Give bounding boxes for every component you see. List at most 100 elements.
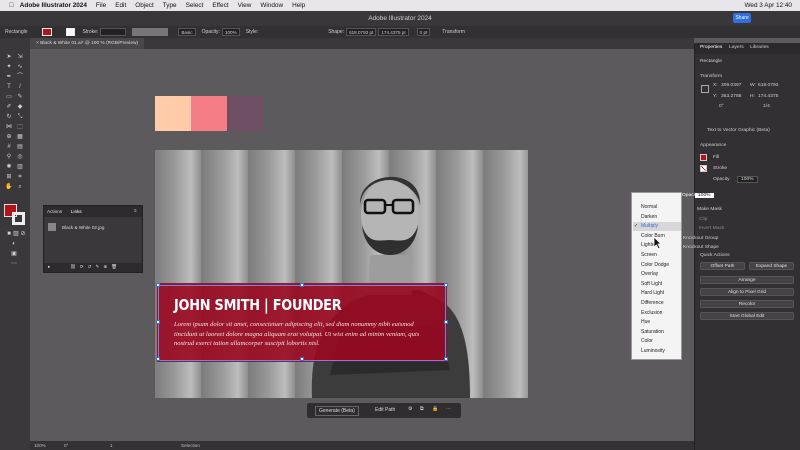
resize-handle-top[interactable] xyxy=(300,283,304,287)
tab-libraries[interactable]: Libraries xyxy=(750,45,769,50)
menu-window[interactable]: Window xyxy=(260,2,283,9)
knockout-shape-checkbox[interactable]: Knockout Shape xyxy=(683,245,719,250)
opacity-value[interactable]: 100% xyxy=(737,176,758,183)
free-transform-icon[interactable]: ⬚ xyxy=(16,124,24,131)
blend-tool-icon[interactable]: ◎ xyxy=(16,154,24,161)
lasso-icon[interactable]: ∿ xyxy=(16,64,24,71)
menu-file[interactable]: File xyxy=(96,2,106,9)
resize-handle-bottom-left[interactable] xyxy=(156,357,160,361)
tab-layers[interactable]: Layers xyxy=(729,45,744,50)
menu-edit[interactable]: Edit xyxy=(115,2,126,9)
zoom-tool-icon[interactable]: ⌕ xyxy=(16,184,24,191)
panel-menu-icon[interactable]: ≡ xyxy=(134,208,137,213)
blend-option-darken[interactable]: Darken xyxy=(641,214,657,220)
swatch-plum[interactable] xyxy=(227,96,263,131)
swatch-pink[interactable] xyxy=(191,96,227,131)
more-options-icon[interactable]: ⋯ xyxy=(446,406,451,412)
stroke-weight-field[interactable] xyxy=(100,28,127,36)
transform-link[interactable]: Transform xyxy=(442,29,465,35)
none-mode-icon[interactable]: ⊘ xyxy=(19,231,27,238)
blend-option-soft-light[interactable]: Soft Light xyxy=(641,281,662,287)
gradient-tool-icon[interactable]: ▤ xyxy=(16,144,24,151)
start-global-edit-button[interactable]: Start Global Edit xyxy=(700,312,794,320)
resize-handle-left[interactable] xyxy=(156,320,160,324)
share-button[interactable]: Share xyxy=(733,13,751,23)
blend-option-exclusion[interactable]: Exclusion xyxy=(641,310,662,316)
swatch-peach[interactable] xyxy=(155,96,191,131)
pen-tool-icon[interactable]: ✒ xyxy=(5,74,13,81)
scale-tool-icon[interactable]: ⤡ xyxy=(16,114,24,121)
knockout-group-checkbox[interactable]: Knockout Group xyxy=(683,236,718,241)
opacity-field[interactable]: 100% xyxy=(221,28,240,36)
resize-handle-top-left[interactable] xyxy=(156,283,160,287)
expand-shape-button[interactable]: Expand Shape xyxy=(749,262,794,270)
blend-option-saturation[interactable]: Saturation xyxy=(641,329,664,335)
blend-option-luminosity[interactable]: Luminosity xyxy=(641,348,665,354)
graph-tool-icon[interactable]: ▥ xyxy=(16,164,24,171)
slice-tool-icon[interactable]: ⌗ xyxy=(16,174,24,181)
offset-path-button[interactable]: Offset Path xyxy=(700,262,745,270)
arrange-button[interactable]: Arrange xyxy=(700,276,794,284)
resize-handle-top-right[interactable] xyxy=(444,283,448,287)
h-field[interactable]: 174.4375 xyxy=(758,94,778,99)
resize-handle-right[interactable] xyxy=(444,320,448,324)
menu-select[interactable]: Select xyxy=(186,2,204,9)
variable-width-profile[interactable] xyxy=(132,28,169,36)
stroke-swatch[interactable] xyxy=(65,28,75,36)
text-to-vector-link[interactable]: Text to Vector Graphic (Beta) xyxy=(707,128,770,133)
eraser-icon[interactable]: ◆ xyxy=(16,104,24,111)
fill-swatch[interactable] xyxy=(41,28,52,36)
draw-mode-icon[interactable]: ◐ xyxy=(10,241,18,248)
opacity-label[interactable]: Opacity xyxy=(713,177,730,182)
rotation-view[interactable]: 0° xyxy=(64,443,68,448)
hand-tool-icon[interactable]: ✋ xyxy=(5,184,13,191)
curvature-tool-icon[interactable]: ⌒ xyxy=(16,74,24,81)
symbol-sprayer-icon[interactable]: ✺ xyxy=(5,164,13,171)
corner-radius-field[interactable]: 0 pt xyxy=(416,28,431,36)
invert-mask-checkbox[interactable]: Invert Mask xyxy=(699,226,724,231)
make-mask-button[interactable]: Make Mask xyxy=(697,207,722,212)
blend-option-multiply[interactable]: Multiply xyxy=(641,223,658,229)
type-tool-icon[interactable]: T xyxy=(5,84,13,91)
stroke-color-swatch[interactable] xyxy=(12,212,25,225)
app-menu[interactable]: Adobe Illustrator 2024 xyxy=(20,2,87,9)
stroke-appearance-swatch[interactable] xyxy=(700,165,707,172)
blend-option-color-dodge[interactable]: Color Dodge xyxy=(641,262,669,268)
blend-option-color[interactable]: Color xyxy=(641,338,653,344)
blend-option-overlay[interactable]: Overlay xyxy=(641,271,658,277)
blend-option-difference[interactable]: Difference xyxy=(641,300,664,306)
recolor-button[interactable]: Recolor xyxy=(700,300,794,308)
x-field[interactable]: 309.0397 xyxy=(721,83,741,88)
rotate-tool-icon[interactable]: ↻ xyxy=(5,114,13,121)
selection-tool-icon[interactable]: ➤ xyxy=(5,54,13,61)
tab-links[interactable]: Links xyxy=(71,209,82,214)
rectangle-tool-icon[interactable]: ▭ xyxy=(5,94,13,101)
apple-icon[interactable]:  xyxy=(9,2,14,9)
reference-point-icon[interactable] xyxy=(701,85,709,93)
blend-option-hue[interactable]: Hue xyxy=(641,319,650,325)
document-tab[interactable]: × Black & White 01.ai* @ 100 % (RGB/Prev… xyxy=(30,38,145,49)
opacity-panel-value[interactable]: 100% xyxy=(695,193,714,198)
paintbrush-icon[interactable]: ✎ xyxy=(16,94,24,101)
show-import-icon[interactable]: ▸ xyxy=(48,264,50,270)
blend-option-hard-light[interactable]: Hard Light xyxy=(641,290,664,296)
y-field[interactable]: 363.2788 xyxy=(721,94,741,99)
w-field[interactable]: 618.0793 xyxy=(758,83,778,88)
direct-selection-tool-icon[interactable]: ⇲ xyxy=(16,54,24,61)
menu-help[interactable]: Help xyxy=(292,2,305,9)
menu-view[interactable]: View xyxy=(238,2,252,9)
clip-checkbox[interactable]: Clip xyxy=(699,217,707,222)
ratio-field[interactable]: 1/4 xyxy=(763,104,770,109)
blend-option-normal[interactable]: Normal xyxy=(641,204,657,210)
zoom-level[interactable]: 100% xyxy=(34,443,46,448)
resize-handle-bottom[interactable] xyxy=(300,357,304,361)
fill-appearance-swatch[interactable] xyxy=(700,154,707,161)
line-tool-icon[interactable]: / xyxy=(16,84,24,91)
more-tools-icon[interactable]: ⋯ xyxy=(10,261,18,268)
brush-select[interactable]: Basic xyxy=(178,28,196,36)
resize-handle-bottom-right[interactable] xyxy=(444,357,448,361)
tab-actions[interactable]: Actions xyxy=(47,209,62,214)
artboard-tool-icon[interactable]: ⊞ xyxy=(5,174,13,181)
eyedropper-icon[interactable]: ⚲ xyxy=(5,154,13,161)
links-actions-icons[interactable]: ⛓⟳↺✎⊕🗑 xyxy=(70,264,121,270)
